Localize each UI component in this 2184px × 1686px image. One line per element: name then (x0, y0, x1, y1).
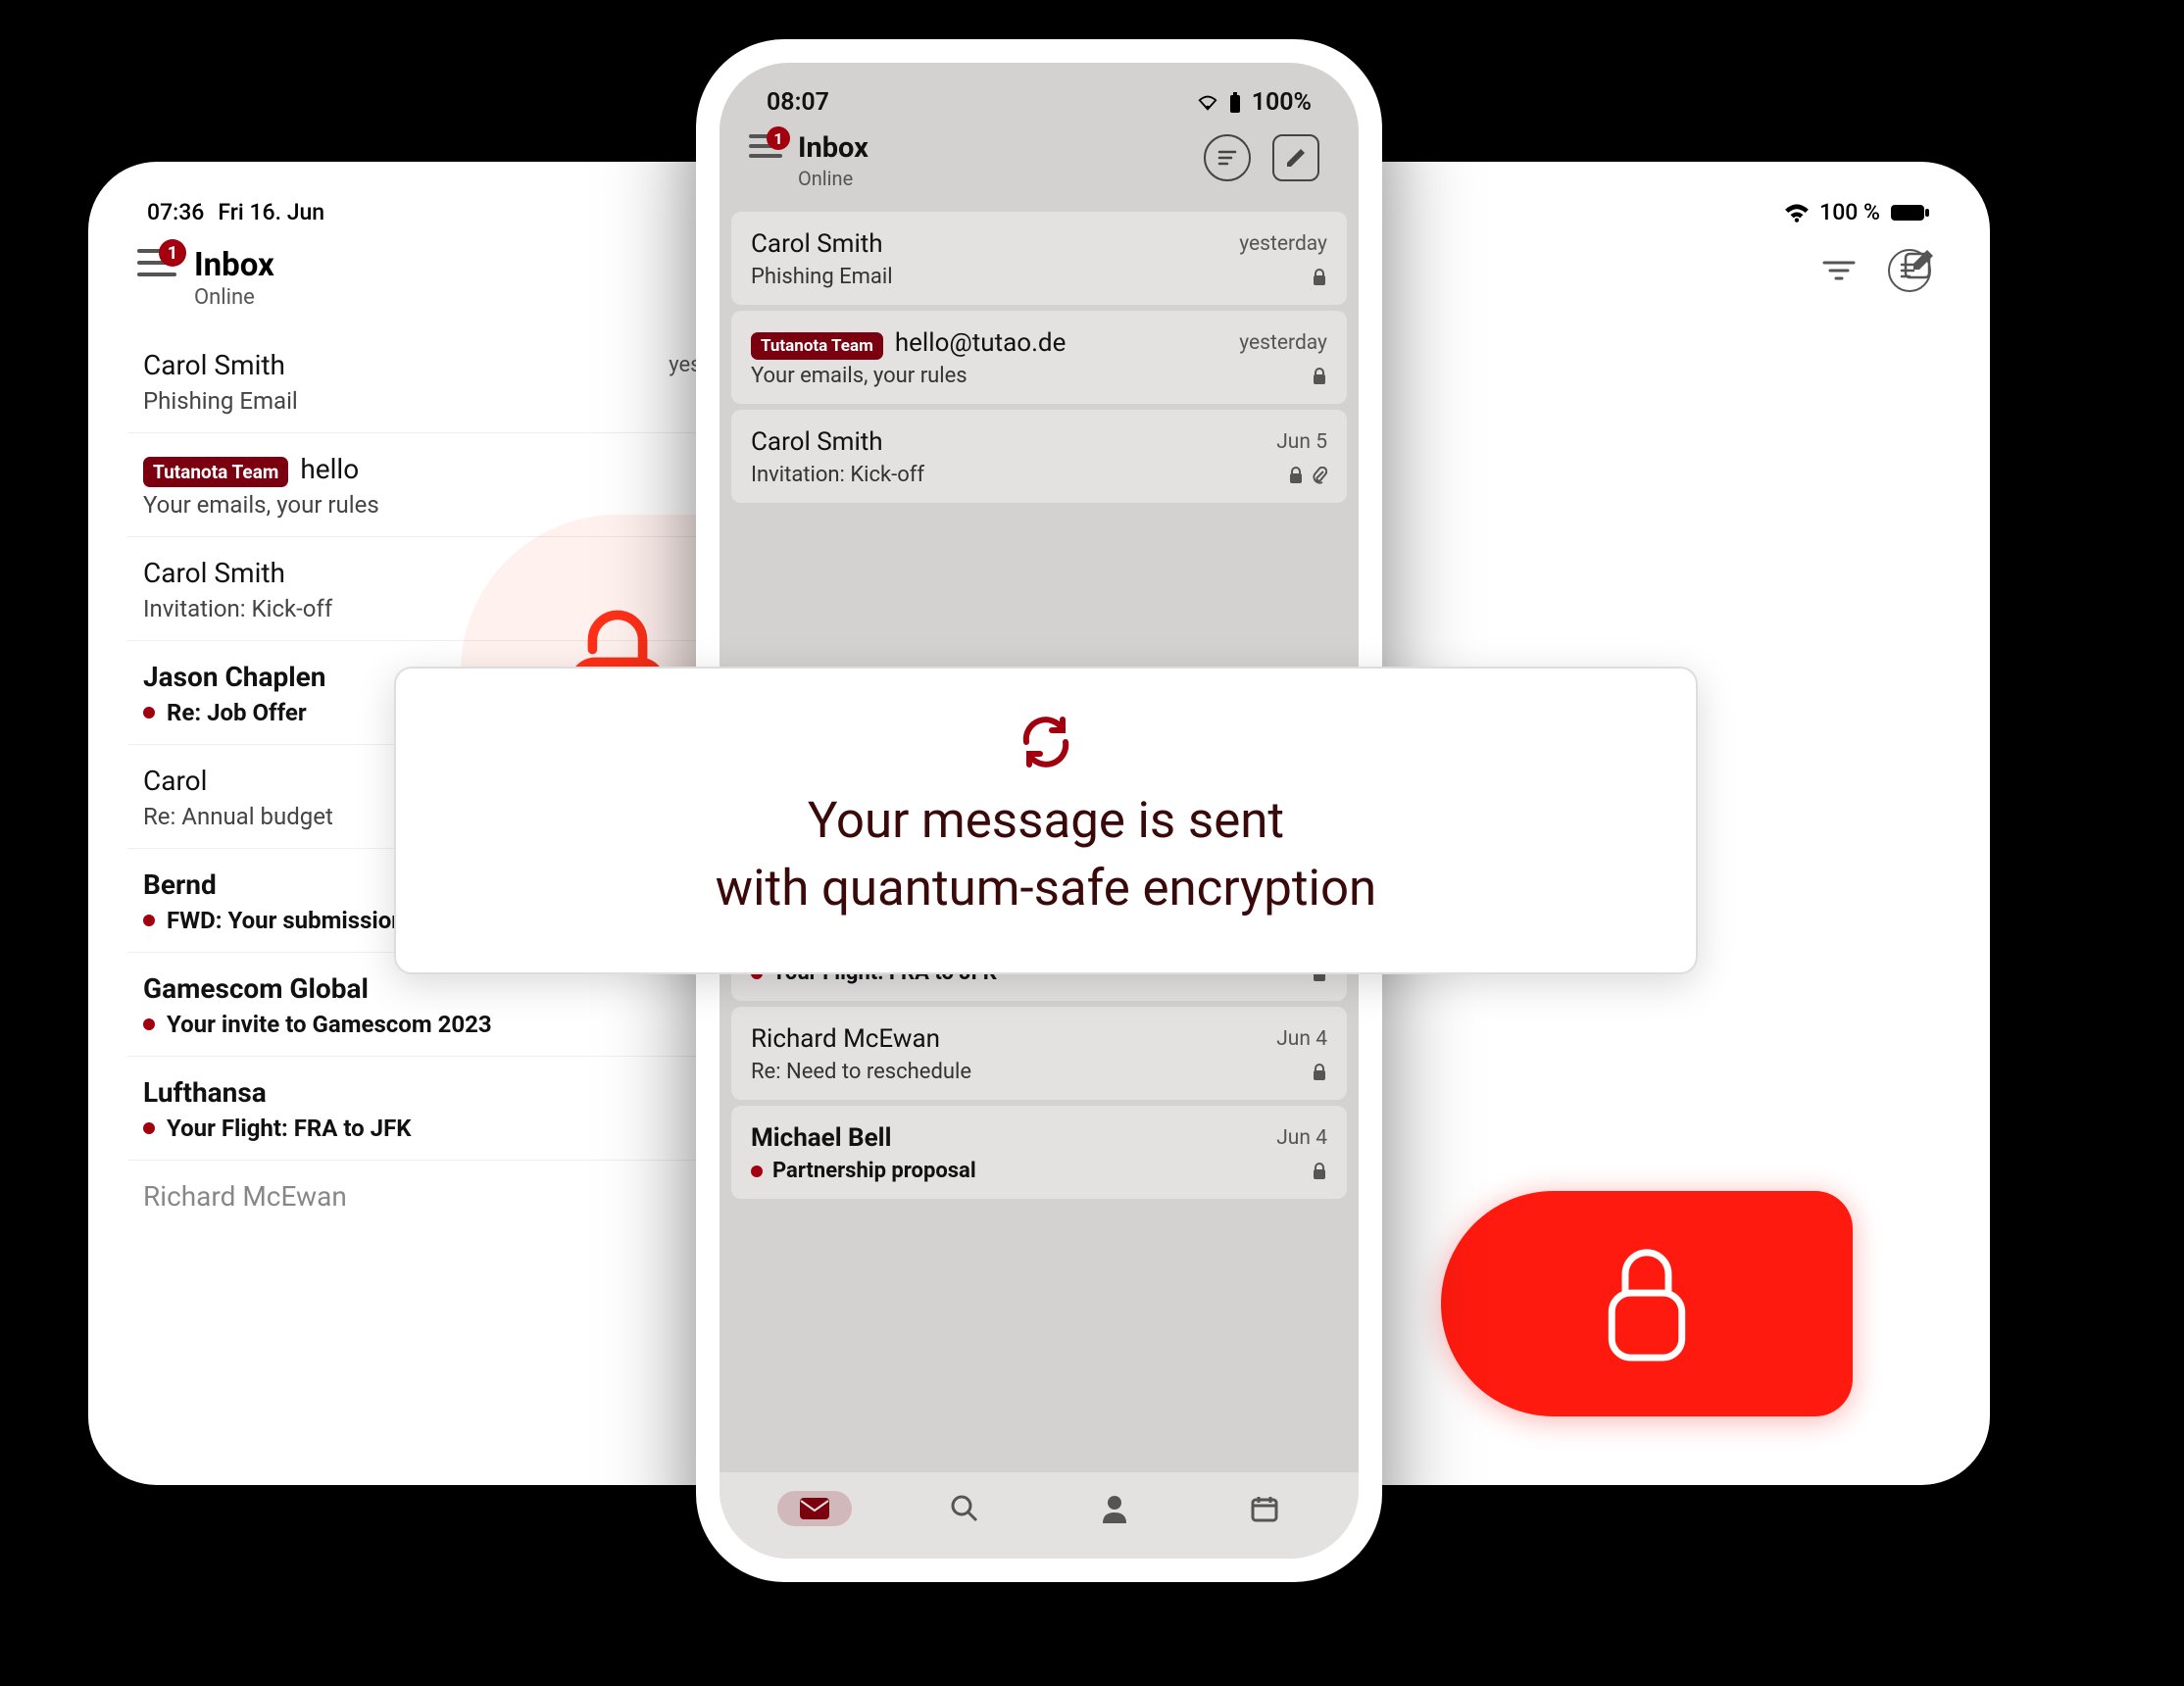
sender: Richard McEwan (751, 1024, 940, 1054)
subject: Your emails, your rules (143, 491, 379, 519)
msg-date: Jun 4 (1276, 1027, 1327, 1051)
sender: Carol (143, 765, 207, 797)
subject: Invitation: Kick-off (143, 595, 332, 622)
lock-icon (1312, 1064, 1327, 1081)
subject: Phishing Email (751, 265, 893, 289)
msg-date: Jun 5 (1276, 430, 1327, 454)
battery-icon (1228, 92, 1242, 114)
unread-dot-icon (143, 707, 155, 719)
folder-title: Inbox (194, 249, 274, 281)
tablet-date: Fri 16. Jun (218, 199, 324, 225)
list-item[interactable]: Carol Smithyesterd Phishing Email (127, 329, 755, 433)
folder-title: Inbox (798, 134, 869, 163)
list-item[interactable]: Michael Bell Jun 4 Partnership proposal (731, 1106, 1347, 1199)
phone-status-bar: 08:07 100% (720, 63, 1359, 123)
banner-line2: with quantum-safe encryption (445, 856, 1647, 923)
list-item[interactable]: Richard McEwan Jun 4 Re: Need to reschedu… (731, 1007, 1347, 1100)
subject: Re: Need to reschedule (751, 1060, 971, 1084)
search-icon (950, 1494, 979, 1523)
sender: Michael Bell (751, 1123, 891, 1153)
unread-dot-icon (143, 1018, 155, 1030)
tablet-battery-text: 100 % (1819, 199, 1880, 225)
nav-calendar[interactable] (1235, 1486, 1294, 1531)
attachment-icon (1312, 467, 1327, 484)
sender: Carol Smith (143, 349, 285, 381)
subject: Invitation: Kick-off (751, 463, 924, 487)
sender: Carol Smith (143, 557, 285, 589)
sender: Gamescom Global (143, 972, 369, 1005)
bottom-nav (720, 1472, 1359, 1559)
unread-badge: 1 (767, 126, 790, 150)
list-item[interactable]: Richard McEwan3 Ju (127, 1161, 755, 1230)
list-item[interactable]: Lufthansa4 Ju Your Flight: FRA to JFK (127, 1057, 755, 1161)
sender: hello (300, 453, 359, 485)
lock-icon (1312, 368, 1327, 385)
sender: Jason Chaplen (143, 661, 325, 693)
compose-button[interactable] (1898, 242, 1941, 285)
nav-mail[interactable] (785, 1486, 844, 1531)
wifi-icon (1784, 203, 1810, 223)
connection-status: Online (194, 285, 274, 310)
team-chip: Tutanota Team (751, 332, 883, 360)
lock-icon (1288, 467, 1304, 484)
closed-lock-decoration (1441, 1191, 1853, 1416)
subject: Partnership proposal (772, 1159, 976, 1183)
encryption-banner: Your message is sent with quantum-safe e… (394, 667, 1698, 974)
battery-icon (1890, 203, 1931, 223)
subject: Phishing Email (143, 387, 298, 415)
subject: Your emails, your rules (751, 364, 968, 388)
lock-icon (1312, 1163, 1327, 1180)
team-chip: Tutanota Team (143, 457, 288, 487)
filter-button[interactable] (1817, 249, 1861, 292)
unread-dot-icon (143, 1122, 155, 1134)
subject: Your invite to Gamescom 2023 (167, 1011, 492, 1038)
banner-line1: Your message is sent (445, 788, 1647, 856)
phone-time: 08:07 (767, 88, 829, 117)
menu-button[interactable]: 1 (137, 249, 176, 276)
list-item[interactable]: Carol Smith yesterday Phishing Email (731, 212, 1347, 305)
tablet-time: 07:36 (147, 199, 204, 225)
phone-battery-text: 100% (1252, 88, 1312, 117)
unread-badge: 1 (159, 239, 186, 267)
nav-contacts[interactable] (1085, 1486, 1144, 1531)
subject: Re: Annual budget (143, 803, 333, 830)
subject: Re: Job Offer (167, 699, 307, 726)
msg-date: yesterday (1239, 331, 1327, 355)
msg-date: Jun 4 (1276, 1126, 1327, 1150)
calendar-icon (1250, 1494, 1279, 1523)
person-icon (1101, 1494, 1128, 1523)
sender: Bernd (143, 868, 217, 901)
sender: hello@tutao.de (895, 328, 1067, 358)
sender: Carol Smith (751, 427, 883, 457)
sort-button[interactable] (1204, 134, 1251, 181)
menu-button[interactable]: 1 (749, 134, 782, 158)
compose-button[interactable] (1272, 134, 1319, 181)
msg-date: yesterday (1239, 232, 1327, 256)
phone-app-header: 1 Inbox Online (720, 123, 1359, 212)
list-item[interactable]: Tutanota Team hello@tutao.de yesterday You… (731, 311, 1347, 404)
mail-icon (777, 1491, 852, 1526)
nav-search[interactable] (935, 1486, 994, 1531)
subject: Your Flight: FRA to JFK (167, 1115, 412, 1142)
lock-icon (1312, 269, 1327, 286)
sync-icon (1012, 708, 1080, 776)
wifi-icon (1197, 94, 1218, 112)
sender: Richard McEwan (143, 1180, 347, 1213)
unread-dot-icon (143, 915, 155, 926)
sender: Carol Smith (751, 229, 883, 259)
unread-dot-icon (751, 1165, 763, 1177)
sender: Lufthansa (143, 1076, 267, 1109)
connection-status: Online (798, 167, 869, 190)
list-item[interactable]: Carol Smith Jun 5 Invitation: Kick-off (731, 410, 1347, 503)
